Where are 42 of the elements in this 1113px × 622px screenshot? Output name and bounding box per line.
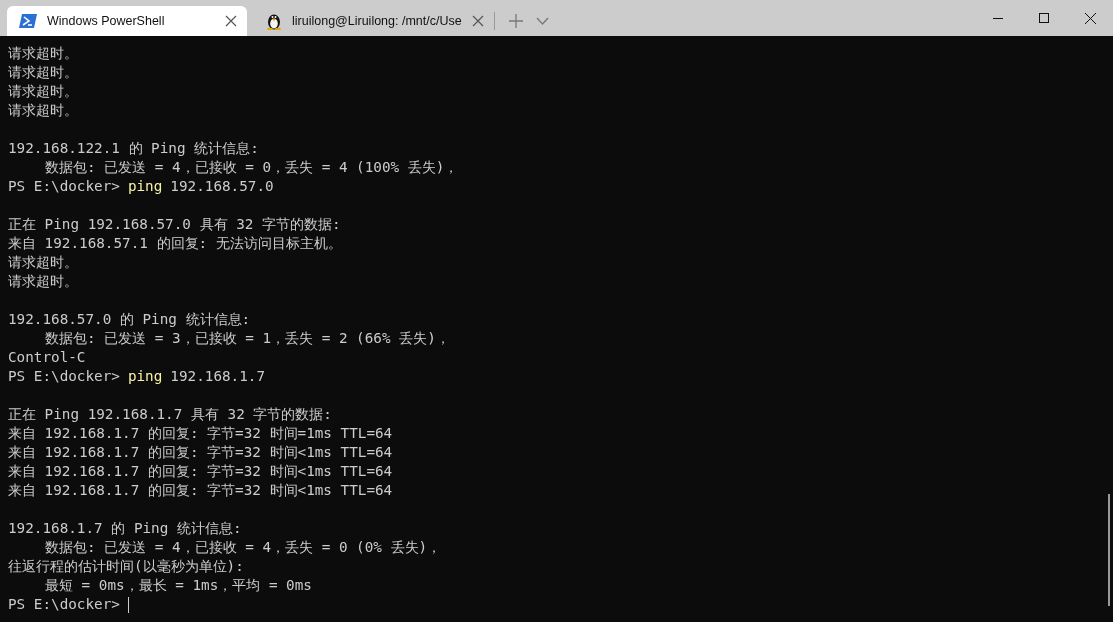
output-line: 来自 192.168.1.7 的回复: 字节=32 时间<1ms TTL=64 xyxy=(8,481,393,500)
output-line: 来自 192.168.1.7 的回复: 字节=32 时间<1ms TTL=64 xyxy=(8,462,393,481)
output-line: 请求超时。 xyxy=(8,63,78,82)
prompt-text: PS E:\docker> xyxy=(8,367,120,386)
output-line: 192.168.57.0 的 Ping 统计信息: xyxy=(8,310,251,329)
minimize-icon xyxy=(993,17,1003,19)
terminal-icon xyxy=(19,14,37,28)
output-line: 正在 Ping 192.168.57.0 具有 32 字节的数据: xyxy=(8,215,341,234)
tab[interactable]: liruilong@Liruilong: /mnt/c/Use xyxy=(254,6,494,36)
output-line: 正在 Ping 192.168.1.7 具有 32 字节的数据: xyxy=(8,405,332,424)
command-name: ping xyxy=(127,177,163,196)
plus-icon xyxy=(509,14,523,28)
penguin-icon xyxy=(266,12,282,30)
output-line: 最短 = 0ms，最长 = 1ms，平均 = 0ms xyxy=(45,576,312,595)
tab[interactable]: Windows PowerShell xyxy=(7,6,247,36)
command-argument: 192.168.57.0 xyxy=(170,177,274,196)
command-argument: 192.168.1.7 xyxy=(170,367,266,386)
output-line: 来自 192.168.1.7 的回复: 字节=32 时间<1ms TTL=64 xyxy=(8,443,393,462)
output-line: 数据包: 已发送 = 4，已接收 = 4，丢失 = 0 (0% 丢失)， xyxy=(45,538,442,557)
close-icon[interactable] xyxy=(225,15,237,27)
output-line: 请求超时。 xyxy=(8,101,78,120)
output-line: 数据包: 已发送 = 3，已接收 = 1，丢失 = 2 (66% 丢失)， xyxy=(45,329,450,348)
scrollbar-thumb[interactable] xyxy=(1108,494,1110,606)
output-line: 192.168.122.1 的 Ping 统计信息: xyxy=(8,139,259,158)
close-icon xyxy=(1084,12,1096,24)
maximize-icon xyxy=(1039,13,1049,23)
output-line: 来自 192.168.1.7 的回复: 字节=32 时间=1ms TTL=64 xyxy=(8,424,393,443)
output-line: 请求超时。 xyxy=(8,44,78,63)
output-line: 请求超时。 xyxy=(8,253,78,272)
chevron-down-icon xyxy=(535,17,549,25)
output-line: 数据包: 已发送 = 4，已接收 = 0，丢失 = 4 (100% 丢失)， xyxy=(45,158,459,177)
output-line: 来自 192.168.57.1 的回复: 无法访问目标主机。 xyxy=(8,234,342,253)
output-line: 请求超时。 xyxy=(8,272,78,291)
text-cursor xyxy=(127,596,129,613)
output-line: 往返行程的估计时间(以毫秒为单位): xyxy=(8,557,244,576)
prompt-text: PS E:\docker> xyxy=(8,595,120,614)
close-icon[interactable] xyxy=(472,15,484,27)
output-line: 192.168.1.7 的 Ping 统计信息: xyxy=(8,519,242,538)
command-name: ping xyxy=(127,367,163,386)
prompt-text: PS E:\docker> xyxy=(8,177,120,196)
output-line: 请求超时。 xyxy=(8,82,78,101)
output-line: Control-C xyxy=(8,348,86,367)
